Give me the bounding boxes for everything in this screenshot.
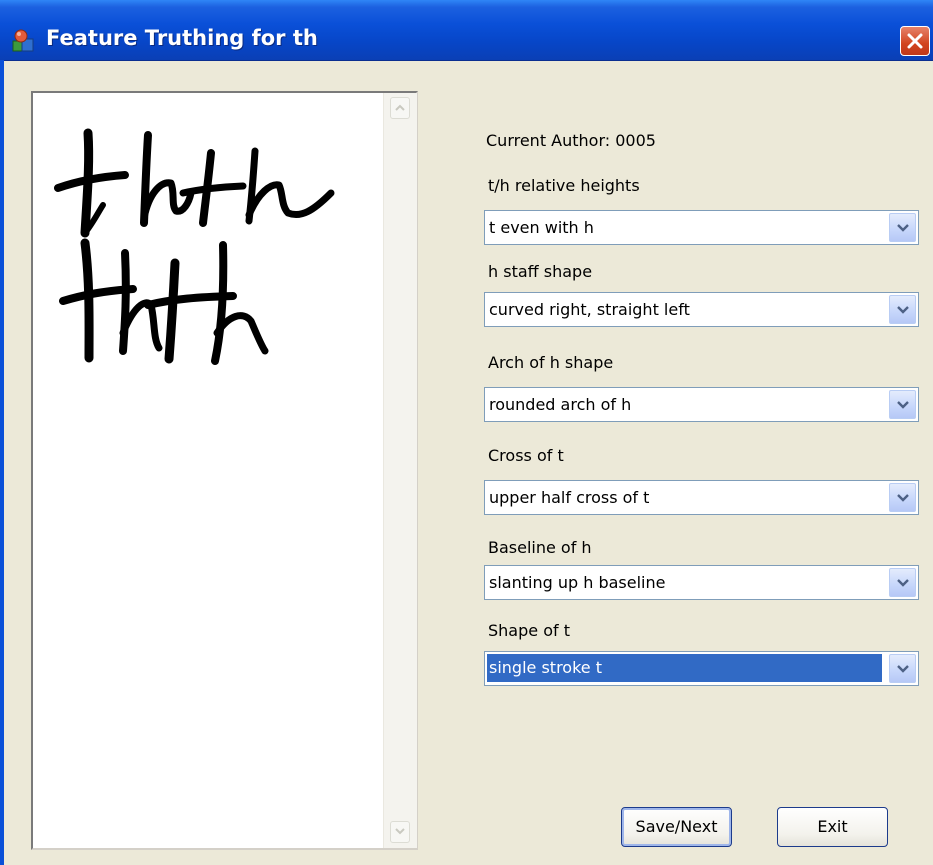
save-next-button[interactable]: Save/Next <box>621 807 732 847</box>
current-author-label: Current Author: 0005 <box>486 131 656 150</box>
baseline-of-h-label: Baseline of h <box>488 538 592 557</box>
dropdown-button[interactable] <box>889 654 916 683</box>
chevron-down-icon <box>897 579 909 587</box>
exit-button[interactable]: Exit <box>777 807 888 847</box>
title-bar[interactable]: Feature Truthing for th <box>0 0 933 61</box>
cross-of-t-select[interactable]: upper half cross of t <box>484 480 919 515</box>
h-staff-shape-select[interactable]: curved right, straight left <box>484 292 919 327</box>
chevron-down-icon <box>897 494 909 502</box>
combo-value: curved right, straight left <box>489 300 690 319</box>
chevron-down-icon <box>897 665 909 673</box>
dropdown-button[interactable] <box>889 295 916 324</box>
dropdown-button[interactable] <box>889 213 916 242</box>
app-icon <box>12 29 34 52</box>
combo-value: t even with h <box>489 218 594 237</box>
th-relative-heights-select[interactable]: t even with h <box>484 210 919 245</box>
dropdown-button[interactable] <box>889 568 916 597</box>
chevron-down-icon <box>897 401 909 409</box>
baseline-of-h-select[interactable]: slanting up h baseline <box>484 565 919 600</box>
combo-value: rounded arch of h <box>489 395 632 414</box>
handwriting-image-panel[interactable] <box>31 91 418 850</box>
arrow-down-icon <box>395 828 405 835</box>
h-staff-shape-label: h staff shape <box>488 262 593 281</box>
scroll-down-button[interactable] <box>390 821 410 843</box>
arrow-up-icon <box>395 104 405 111</box>
cross-of-t-label: Cross of t <box>488 446 564 465</box>
window-left-border <box>0 60 4 865</box>
scroll-up-button[interactable] <box>390 97 410 119</box>
shape-of-t-label: Shape of t <box>488 621 570 640</box>
combo-value: slanting up h baseline <box>489 573 666 592</box>
dropdown-button[interactable] <box>889 390 916 419</box>
combo-value: single stroke t <box>487 654 882 682</box>
close-button[interactable] <box>900 26 930 56</box>
arch-of-h-shape-select[interactable]: rounded arch of h <box>484 387 919 422</box>
shape-of-t-select[interactable]: single stroke t <box>484 651 919 686</box>
close-icon <box>907 33 923 49</box>
handwriting-sample-image <box>54 128 335 365</box>
window-title: Feature Truthing for th <box>46 26 318 50</box>
dropdown-button[interactable] <box>889 483 916 512</box>
chevron-down-icon <box>897 306 909 314</box>
chevron-down-icon <box>897 224 909 232</box>
combo-value: upper half cross of t <box>489 488 650 507</box>
feature-truthing-window: Feature Truthing for th Current Author: … <box>0 0 933 865</box>
image-scrollbar[interactable] <box>383 93 417 848</box>
th-relative-heights-label: t/h relative heights <box>488 176 640 195</box>
arch-of-h-shape-label: Arch of h shape <box>488 353 614 372</box>
